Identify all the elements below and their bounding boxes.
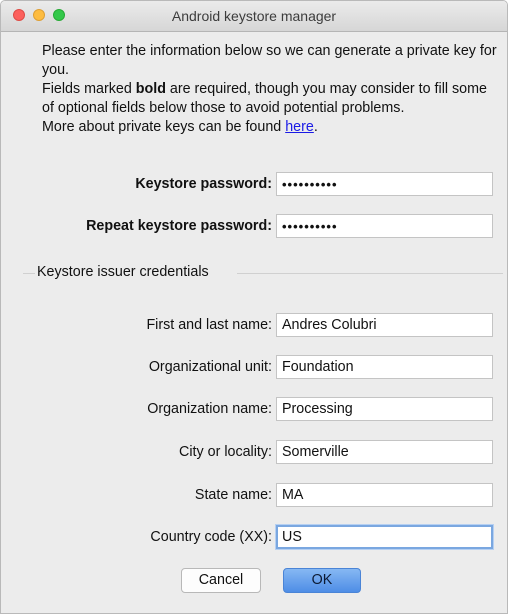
keystore-password-row: Keystore password: •••••••••• [1, 172, 507, 198]
org-unit-row: Organizational unit: Foundation [1, 355, 507, 381]
intro-line-3: More about private keys can be found her… [42, 118, 502, 137]
state-label: State name: [194, 487, 272, 503]
section-divider-left [23, 273, 35, 274]
intro-line-2-start: Fields marked [42, 81, 136, 97]
intro-bold-word: bold [135, 81, 166, 97]
keystore-password-field[interactable]: •••••••••• [276, 172, 493, 196]
intro-line-2: Fields marked bold are required, though … [42, 80, 502, 118]
section-title: Keystore issuer credentials [37, 264, 209, 280]
intro-line-3-end: . [313, 119, 318, 135]
keystore-password-label: Keystore password: [135, 176, 272, 192]
country-field[interactable]: US [276, 525, 493, 549]
org-unit-label: Organizational unit: [148, 359, 272, 375]
intro-line-1: Please enter the information below so we… [42, 43, 497, 78]
org-unit-field[interactable]: Foundation [276, 355, 493, 379]
intro-text: Please enter the information below so we… [42, 42, 502, 137]
name-label: First and last name: [146, 317, 272, 333]
org-name-label: Organization name: [147, 401, 272, 417]
country-label: Country code (XX): [150, 529, 272, 545]
city-field[interactable]: Somerville [276, 440, 493, 464]
issuer-credentials-section: Keystore issuer credentials [23, 264, 503, 284]
repeat-password-field[interactable]: •••••••••• [276, 214, 493, 238]
repeat-password-row: Repeat keystore password: •••••••••• [1, 214, 507, 240]
intro-line-3-start: More about private keys can be found [42, 119, 286, 135]
private-keys-help-link[interactable]: here [285, 119, 314, 135]
org-name-row: Organization name: Processing [1, 397, 507, 423]
section-divider-right [237, 273, 503, 274]
cancel-button[interactable]: Cancel [181, 568, 261, 593]
org-name-field[interactable]: Processing [276, 397, 493, 421]
country-row: Country code (XX): US [1, 525, 507, 551]
city-row: City or locality: Somerville [1, 440, 507, 466]
ok-button[interactable]: OK [283, 568, 361, 593]
repeat-password-label: Repeat keystore password: [86, 218, 272, 234]
city-label: City or locality: [179, 444, 272, 460]
window-title: Android keystore manager [171, 8, 337, 24]
title-bar: Android keystore manager [1, 1, 507, 32]
name-row: First and last name: Andres Colubri [1, 313, 507, 339]
state-field[interactable]: MA [276, 483, 493, 507]
keystore-manager-window: Android keystore manager Please enter th… [0, 0, 508, 614]
state-row: State name: MA [1, 483, 507, 509]
name-field[interactable]: Andres Colubri [276, 313, 493, 337]
